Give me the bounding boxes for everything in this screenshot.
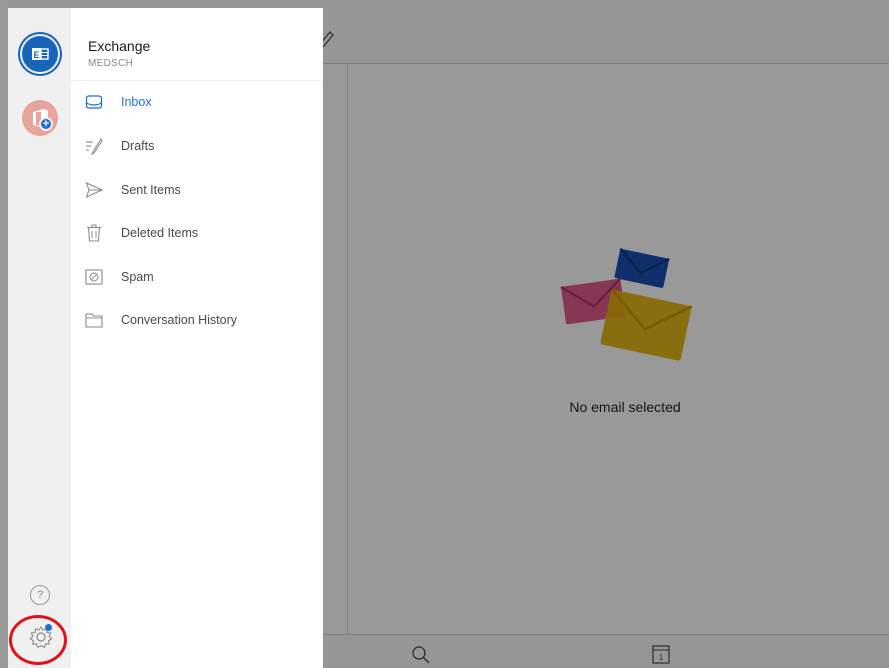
office-logo-icon — [33, 109, 48, 128]
folder-label: Inbox — [121, 95, 152, 109]
account-rail: E + ? — [8, 8, 71, 668]
trash-icon — [87, 224, 101, 242]
folder-item-conversation-history[interactable]: Conversation History — [71, 303, 323, 339]
account-subtitle: MEDSCH — [88, 58, 134, 69]
folder-label: Drafts — [121, 139, 155, 153]
drafts-icon — [86, 137, 103, 155]
folder-label: Spam — [121, 270, 154, 284]
folder-item-sent[interactable]: Sent Items — [71, 173, 323, 209]
folder-item-spam[interactable]: Spam — [71, 260, 323, 296]
svg-text:E: E — [33, 50, 39, 60]
folder-item-drafts[interactable]: Drafts — [71, 129, 323, 165]
highlight-ring — [9, 615, 67, 665]
help-icon[interactable]: ? — [30, 585, 50, 605]
exchange-account-avatar[interactable]: E — [22, 36, 58, 72]
account-name: Exchange — [88, 38, 151, 54]
exchange-logo-icon: E — [32, 48, 49, 60]
folder-label: Deleted Items — [121, 226, 199, 240]
spam-icon — [85, 269, 103, 285]
folder-label: Sent Items — [121, 183, 181, 197]
office-account-avatar[interactable] — [22, 100, 58, 136]
folder-item-inbox[interactable]: Inbox — [71, 85, 323, 121]
add-account-badge[interactable]: + — [39, 117, 53, 131]
folder-item-deleted[interactable]: Deleted Items — [71, 216, 323, 252]
drawer-header: Exchange MEDSCH — [71, 8, 323, 81]
folder-drawer: Exchange MEDSCH Inbox Drafts Sent Items — [71, 8, 323, 668]
sent-icon — [85, 181, 103, 199]
folder-icon — [85, 313, 103, 328]
folder-label: Conversation History — [121, 313, 238, 327]
inbox-icon — [85, 95, 103, 109]
